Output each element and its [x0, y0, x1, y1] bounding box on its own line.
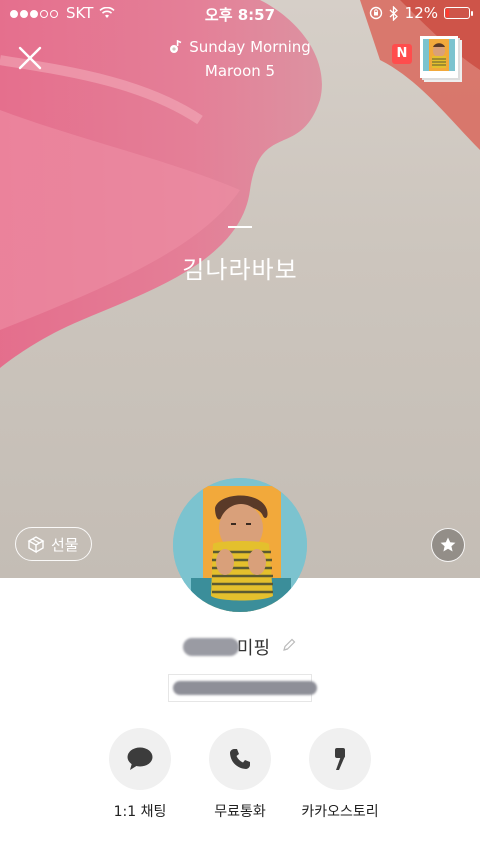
rotation-lock-icon — [369, 6, 382, 20]
divider — [228, 226, 252, 228]
favorite-button[interactable] — [431, 528, 465, 562]
battery-percent: 12% — [404, 4, 438, 22]
kakaostory-label: 카카오스토리 — [301, 804, 379, 820]
profile-avatar[interactable] — [173, 478, 307, 612]
kakaostory-button[interactable]: 카카오스토리 — [290, 728, 390, 821]
status-bar: SKT 오후 8:57 12% — [0, 0, 480, 28]
free-call-button[interactable]: 무료통화 — [190, 728, 290, 821]
pencil-icon — [283, 638, 296, 651]
name-redaction — [182, 638, 239, 656]
new-badge: N — [392, 44, 412, 64]
profile-status-area: 김나라바보 — [0, 226, 480, 285]
status-message: 김나라바보 — [182, 256, 298, 284]
kakaostory-icon — [335, 748, 345, 770]
edit-name-button[interactable] — [281, 637, 297, 657]
battery-icon — [444, 7, 473, 19]
photo-thumbnail — [420, 36, 458, 78]
free-call-label: 무료통화 — [214, 804, 266, 820]
chat-bubble-icon — [127, 747, 153, 770]
profile-name: 미핑 — [0, 634, 480, 660]
chat-label: 1:1 채팅 — [113, 804, 167, 820]
chat-button[interactable]: 1:1 채팅 — [90, 728, 190, 821]
gift-label: 선물 — [51, 535, 79, 554]
name-text: 미핑 — [236, 638, 271, 659]
status-redaction — [173, 681, 317, 695]
music-note-icon — [170, 40, 182, 53]
gift-button[interactable]: 선물 — [15, 527, 92, 561]
phone-icon — [230, 749, 250, 769]
status-message-box — [168, 674, 317, 702]
song-title: Sunday Morning — [189, 38, 311, 56]
bluetooth-icon — [389, 5, 398, 21]
profile-photos-button[interactable]: N — [392, 36, 464, 84]
star-icon — [440, 537, 456, 552]
gift-icon — [27, 536, 45, 554]
